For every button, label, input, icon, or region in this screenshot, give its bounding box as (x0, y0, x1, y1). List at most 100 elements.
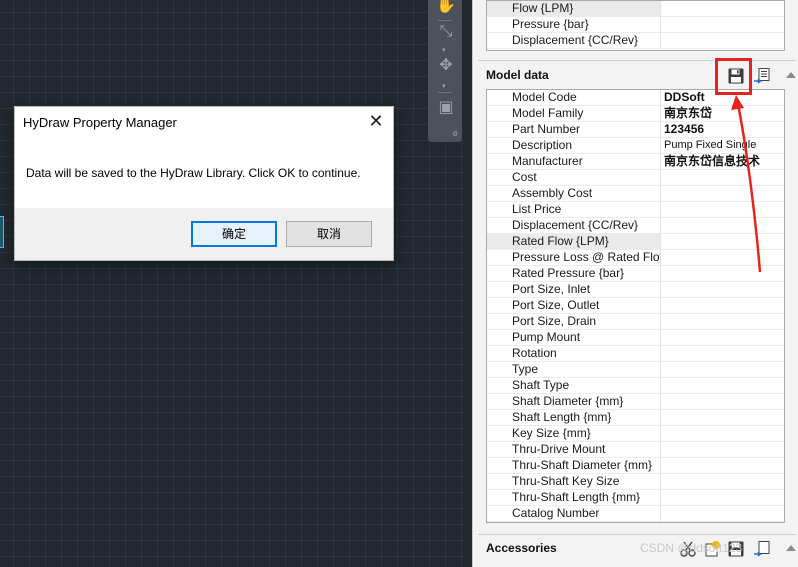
property-name: Cost (487, 170, 661, 185)
property-name: Model Family (487, 106, 661, 121)
drawing-canvas[interactable]: ✋ ▾ ⤡ ▾ ✥ ▣ ⚙ (0, 0, 464, 567)
property-row[interactable]: Thru-Shaft Diameter {mm} (487, 458, 784, 474)
zoom-extents-icon[interactable]: ⤡ (436, 22, 456, 42)
property-value[interactable] (664, 458, 785, 473)
property-name: List Price (487, 202, 661, 217)
property-row[interactable]: Description Pump Fixed Single (487, 138, 784, 154)
ok-button[interactable]: 确定 (191, 221, 277, 247)
property-row[interactable]: Displacement {CC/Rev} (487, 33, 784, 49)
property-row[interactable]: Part Number 123456 (487, 122, 784, 138)
property-name: Flow {LPM} (487, 1, 661, 16)
property-value[interactable] (664, 394, 785, 409)
accessories-header[interactable]: Accessories (486, 541, 557, 555)
property-value[interactable] (664, 426, 785, 441)
property-row[interactable]: Port Size, Drain (487, 314, 784, 330)
collapse-arrow-icon[interactable] (786, 72, 796, 78)
property-name: Key Size {mm} (487, 426, 661, 441)
performance-property-grid: Flow {LPM} Pressure {bar} Displacement {… (486, 0, 785, 51)
property-value[interactable] (664, 474, 785, 489)
property-name: Pressure {bar} (487, 17, 661, 32)
property-name: Shaft Length {mm} (487, 410, 661, 425)
property-value[interactable] (664, 186, 785, 201)
property-row[interactable]: Port Size, Outlet (487, 298, 784, 314)
property-value[interactable] (664, 170, 785, 185)
property-value[interactable] (664, 234, 785, 249)
property-row[interactable]: List Price (487, 202, 784, 218)
property-name: Thru-Shaft Diameter {mm} (487, 458, 661, 473)
dropdown-arrow-icon[interactable]: ▾ (442, 82, 446, 90)
property-value[interactable] (664, 442, 785, 457)
property-value[interactable]: 南京东岱信息技术 (664, 154, 785, 169)
property-row[interactable]: Type (487, 362, 784, 378)
property-value[interactable] (664, 346, 785, 361)
property-row[interactable]: Shaft Diameter {mm} (487, 394, 784, 410)
property-name: Port Size, Drain (487, 314, 661, 329)
property-value[interactable] (664, 1, 785, 16)
load-from-library-icon[interactable] (753, 540, 771, 558)
load-from-library-icon[interactable] (753, 67, 771, 85)
property-name: Thru-Shaft Key Size (487, 474, 661, 489)
dropdown-arrow-icon[interactable]: ▾ (442, 46, 446, 54)
property-row[interactable]: Port Size, Inlet (487, 282, 784, 298)
property-value[interactable] (664, 282, 785, 297)
property-value[interactable] (664, 378, 785, 393)
property-row[interactable]: Shaft Length {mm} (487, 410, 784, 426)
property-name: Displacement {CC/Rev} (487, 33, 661, 48)
section-divider (478, 534, 796, 535)
property-name: Rated Flow {LPM} (487, 234, 661, 249)
property-row[interactable]: Rated Flow {LPM} (487, 234, 784, 250)
property-row[interactable]: Assembly Cost (487, 186, 784, 202)
property-value[interactable] (664, 202, 785, 217)
property-name: Shaft Diameter {mm} (487, 394, 661, 409)
collapse-arrow-icon[interactable] (786, 545, 796, 551)
property-value[interactable] (664, 362, 785, 377)
property-row[interactable]: Thru-Shaft Length {mm} (487, 490, 784, 506)
property-row[interactable]: Thru-Drive Mount (487, 442, 784, 458)
property-value[interactable] (664, 33, 785, 48)
property-value[interactable]: 123456 (664, 122, 785, 137)
model-data-grid: Model Code DDSoft Model Family 南京东岱 Part… (486, 89, 785, 523)
property-name: Description (487, 138, 661, 153)
property-row[interactable]: Cost (487, 170, 784, 186)
property-value[interactable] (664, 17, 785, 32)
navbar-settings-icon[interactable]: ⚙ (452, 130, 458, 138)
model-data-header[interactable]: Model data (486, 68, 549, 82)
orbit-icon[interactable]: ✥ (436, 56, 456, 76)
property-value[interactable] (664, 506, 785, 521)
property-row[interactable]: Pressure {bar} (487, 17, 784, 33)
property-value[interactable] (664, 410, 785, 425)
property-value[interactable] (664, 266, 785, 281)
property-row[interactable]: Thru-Shaft Key Size (487, 474, 784, 490)
property-value[interactable] (664, 298, 785, 313)
showmotion-icon[interactable]: ▣ (436, 98, 456, 118)
property-name: Catalog Number (487, 506, 661, 521)
pan-icon[interactable]: ✋ (436, 0, 456, 16)
property-row[interactable]: Displacement {CC/Rev} (487, 218, 784, 234)
selected-component-edge[interactable] (0, 216, 4, 248)
property-value[interactable]: 南京东岱 (664, 106, 785, 121)
property-row[interactable]: Manufacturer 南京东岱信息技术 (487, 154, 784, 170)
property-row[interactable]: Flow {LPM} (487, 1, 784, 17)
property-name: Pressure Loss @ Rated Flow (487, 250, 661, 265)
property-row[interactable]: Catalog Number (487, 506, 784, 522)
property-name: Port Size, Outlet (487, 298, 661, 313)
property-row[interactable]: Rotation (487, 346, 784, 362)
property-row[interactable]: Pressure Loss @ Rated Flow (487, 250, 784, 266)
property-value[interactable]: Pump Fixed Single (664, 138, 785, 153)
property-row[interactable]: Pump Mount (487, 330, 784, 346)
property-row[interactable]: Shaft Type (487, 378, 784, 394)
property-value[interactable] (664, 218, 785, 233)
property-name: Thru-Shaft Length {mm} (487, 490, 661, 505)
close-icon[interactable]: ✕ (359, 107, 393, 137)
property-row[interactable]: Key Size {mm} (487, 426, 784, 442)
property-row[interactable]: Model Family 南京东岱 (487, 106, 784, 122)
property-row[interactable]: Rated Pressure {bar} (487, 266, 784, 282)
property-value[interactable] (664, 250, 785, 265)
property-name: Displacement {CC/Rev} (487, 218, 661, 233)
property-value[interactable] (664, 490, 785, 505)
cancel-button[interactable]: 取消 (286, 221, 372, 247)
property-value[interactable] (664, 330, 785, 345)
property-name: Manufacturer (487, 154, 661, 169)
dialog-footer: 确定 取消 (15, 208, 393, 260)
property-value[interactable] (664, 314, 785, 329)
